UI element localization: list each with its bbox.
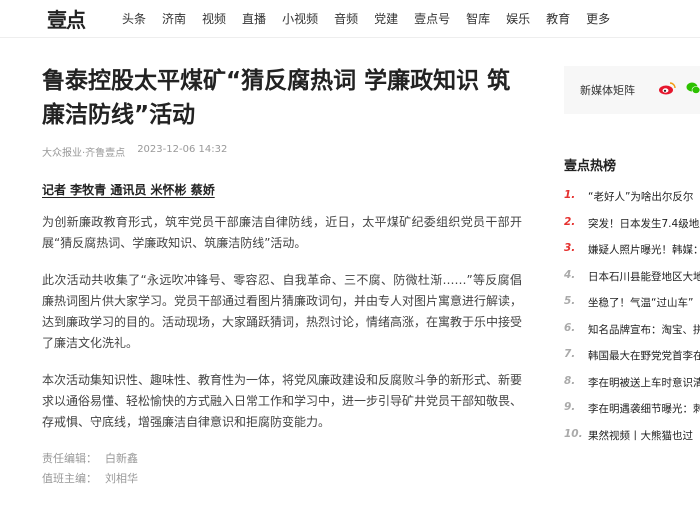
rank-number: 1. [564,189,576,201]
nav-item-yidian-account[interactable]: 壹点号 [414,10,450,27]
responsible-editor: 责任编辑： 白新鑫 [42,449,522,469]
nav-item-jinan[interactable]: 济南 [162,10,186,27]
article-title: 鲁泰控股太平煤矿“猜反腐热词 学廉政知识 筑廉洁防线”活动 [42,68,511,128]
weibo-icon[interactable] [658,81,676,95]
hot-item-title: “老好人”为啥出尔反尔 [588,191,694,203]
rank-number: 6. [564,321,576,334]
rank-number: 10. [564,427,583,440]
nav-item-audio[interactable]: 音频 [334,10,358,27]
nav-item-video[interactable]: 视频 [202,10,226,27]
rank-number: 3. [564,242,576,254]
hot-item-title: 坐稳了！气温“过山车” [588,297,694,309]
article-time: 2023-12-06 14:32 [137,144,228,155]
article-byline: 记者 李牧青 通讯员 米怀彬 蔡娇 [42,183,215,197]
nav-item-entertainment[interactable]: 娱乐 [506,10,530,27]
hot-list-item[interactable]: 3. 嫌疑人照片曝光！韩媒：韩 [564,242,700,269]
nav-item-headlines[interactable]: 头条 [122,10,146,27]
hot-list-title: 壹点热榜 [564,159,617,174]
hot-list-item[interactable]: 4. 日本石川县能登地区大地 [564,269,700,296]
article-paragraph: 为创新廉政教育形式，筑牢党员干部廉洁自律防线，近日，太平煤矿纪委组织党员干部开展… [42,215,522,250]
editor-key: 责任编辑： [42,452,97,465]
hot-item-title: 李在明遇袭细节曝光：刺 [588,403,700,415]
hot-list-item[interactable]: 10. 果然视频丨大熊猫也过 [564,428,700,455]
rank-number: 4. [564,268,576,281]
rank-number: 2. [564,215,576,228]
hot-list-item[interactable]: 8. 李在明被送上车时意识清 [564,375,700,402]
site-logo[interactable]: 壹点 [47,6,86,32]
article: 鲁泰控股太平煤矿“猜反腐热词 学廉政知识 筑廉洁防线”活动 大众报业·齐鲁壹点 … [42,64,522,489]
hot-list: 1. “老好人”为啥出尔反尔 2. 突发！日本发生7.4级地震 3. 嫌疑人照片曝光！… [564,189,700,454]
hot-list-item[interactable]: 9. 李在明遇袭细节曝光：刺 [564,401,700,428]
hot-list-item[interactable]: 5. 坐稳了！气温“过山车” [564,295,700,322]
hot-item-title: 李在明被送上车时意识清 [588,376,700,389]
hot-item-title: 日本石川县能登地区大地 [588,270,700,283]
hot-item-title: 突发！日本发生7.4级地震 [588,217,700,230]
hot-list-item[interactable]: 7. 韩国最大在野党党首李在 [564,348,700,375]
editor-value: 刘相华 [105,472,138,485]
hot-list-item[interactable]: 6. 知名品牌宣布：淘宝、拼 [564,322,700,349]
hot-list-item[interactable]: 2. 突发！日本发生7.4级地震 [564,216,700,243]
nav-item-think-tank[interactable]: 智库 [466,10,490,27]
editor-value: 白新鑫 [105,452,138,465]
channel-nav: 头条 济南 视频 直播 小视频 音频 党建 壹点号 智库 娱乐 教育 更多 [122,10,626,27]
article-paragraph: 此次活动共收集了“永远吹冲锋号、零容忍、自我革命、三不腐、防微杜渐……”等反腐倡… [42,273,523,350]
new-media-matrix: 新媒体矩阵 [564,66,700,114]
sidebar: 新媒体矩阵 壹点热榜 1. “老好人”为啥出尔反尔 2. 突发！日本发生7.4级地震… [564,0,700,507]
hot-list-item[interactable]: 1. “老好人”为啥出尔反尔 [564,189,700,216]
article-source: 大众报业·齐鲁壹点 [42,148,126,159]
hot-item-title: 知名品牌宣布：淘宝、拼 [588,323,700,336]
matrix-label: 新媒体矩阵 [580,84,635,97]
nav-item-party[interactable]: 党建 [374,10,398,27]
editor-key: 值班主编： [42,472,97,485]
hot-item-title: 嫌疑人照片曝光！韩媒：韩 [588,244,700,256]
hot-item-title: 韩国最大在野党党首李在 [588,350,700,362]
duty-editor: 值班主编： 刘相华 [42,469,522,489]
rank-number: 8. [564,374,576,387]
nav-item-short-video[interactable]: 小视频 [282,10,318,27]
editor-info: 责任编辑： 白新鑫 值班主编： 刘相华 [42,449,522,489]
nav-item-live[interactable]: 直播 [242,10,266,27]
hot-item-title: 果然视频丨大熊猫也过 [588,429,693,442]
article-paragraph: 本次活动集知识性、趣味性、教育性为一体，将党风廉政建设和反腐败斗争的新形式、新要… [42,373,523,429]
rank-number: 9. [564,401,576,413]
logo-text: 壹点 [47,7,86,32]
article-meta: 大众报业·齐鲁壹点 2023-12-06 14:32 [42,144,522,159]
wechat-icon[interactable] [686,82,700,94]
rank-number: 5. [564,295,576,307]
rank-number: 7. [564,348,576,360]
